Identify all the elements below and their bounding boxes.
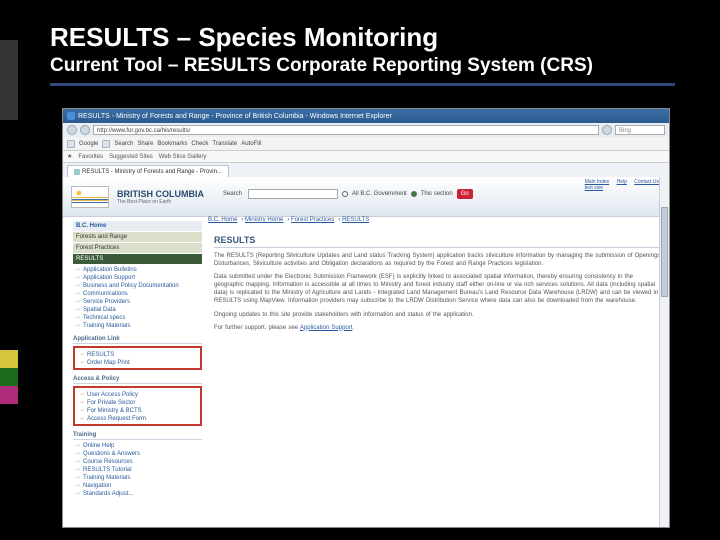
nav-standards[interactable]: Standards Adjust... [75,490,202,498]
nav-service-providers[interactable]: Service Providers [75,298,202,306]
title-underline [50,83,675,86]
nav-navigation[interactable]: Navigation [75,482,202,490]
breadcrumb: B.C. Home› Ministry Home› Forest Practic… [208,217,373,223]
address-bar: http://www.for.gov.bc.ca/his/results/ Bi… [63,123,669,137]
nav-online-help[interactable]: Online Help [75,442,202,450]
toolbar-autofill-label[interactable]: AutoFill [241,141,261,147]
paragraph-intro: The RESULTS (Reporting Silviculture Upda… [214,252,663,268]
radio-this-section[interactable] [411,191,417,197]
nav-access-request-form[interactable]: Access Request Form [79,415,198,423]
paragraph-updates: Ongoing updates to this site provide sta… [214,311,663,319]
scrollbar-thumb[interactable] [661,207,668,297]
toolbar-search-label[interactable]: Search [114,141,133,147]
paragraph-support: For further support, please see Applicat… [214,324,663,332]
crumb-ministry[interactable]: Ministry Home [245,217,283,223]
toolbar-search-icon[interactable] [102,140,110,148]
support-suffix: . [352,325,354,331]
slide-title: RESULTS – Species Monitoring [50,22,675,53]
google-label: Google [79,141,98,147]
toolbar-check-label[interactable]: Check [191,141,208,147]
nav-forests-range[interactable]: Forests and Range [73,232,202,242]
section-access-policy: Access & Policy [73,376,202,384]
main-content-area: RESULTS The RESULTS (Reporting Silvicult… [208,231,669,527]
google-icon[interactable] [67,140,75,148]
browser-tab[interactable]: RESULTS - Ministry of Forests and Range … [67,165,229,177]
nav-forward-button[interactable] [80,125,90,135]
nav-results-current[interactable]: RESULTS [73,254,202,264]
section-training: Training [73,432,202,440]
slide-subtitle: Current Tool – RESULTS Corporate Reporti… [50,55,675,77]
nav-communications[interactable]: Communications [75,290,202,298]
window-titlebar: RESULTS - Ministry of Forests and Range … [63,109,669,123]
site-search-input[interactable] [248,189,338,199]
bc-title: BRITISH COLUMBIA [117,189,204,199]
nav-home[interactable]: B.C. Home [73,221,202,231]
access-policy-highlight-box: User Access Policy For Private Sector Fo… [73,386,202,426]
favorites-bar: ★ Favorites Suggested Sites Web Slice Ga… [63,151,669,163]
nav-course-resources[interactable]: Course Resources [75,458,202,466]
nav-app-support[interactable]: Application Support [75,274,202,282]
browser-window: RESULTS - Ministry of Forests and Range … [62,108,670,528]
url-field[interactable]: http://www.for.gov.bc.ca/his/results/ [93,125,599,135]
application-support-link[interactable]: Application Support [300,325,353,331]
nav-results-tutorial[interactable]: RESULTS Tutorial [75,466,202,474]
radio-all-bc[interactable] [342,191,348,197]
nav-order-map-print[interactable]: Order Map Print [79,359,198,367]
site-search-row: Search All B.C. Government This section … [223,189,659,199]
nav-training-materials[interactable]: Training Materials [75,322,202,330]
bc-flag-icon [71,186,109,208]
tab-title: RESULTS - Ministry of Forests and Range … [82,169,222,175]
radio-all-bc-label: All B.C. Government [352,191,407,197]
search-go-button[interactable]: Go [457,189,473,199]
toolbar-bookmarks-label[interactable]: Bookmarks [157,141,187,147]
paragraph-esf: Data submitted under the Electronic Subm… [214,273,663,305]
google-toolbar: Google Search Share Bookmarks Check Tran… [63,137,669,151]
top-link-help[interactable]: Help [617,179,627,185]
favorites-star-icon[interactable]: ★ [67,153,72,160]
nav-back-button[interactable] [67,125,77,135]
crumb-results[interactable]: RESULTS [342,217,369,223]
ie-icon [67,112,75,120]
radio-this-section-label: This section [421,191,453,197]
accent-color-bars [0,40,18,540]
tab-favicon-icon [74,169,80,175]
crumb-practices[interactable]: Forest Practices [291,217,334,223]
nav-private-sector[interactable]: For Private Sector [79,399,198,407]
search-engine-field[interactable]: Bing [615,125,665,135]
nav-forest-practices[interactable]: Forest Practices [73,243,202,253]
nav-business-policy[interactable]: Business and Policy Documentation [75,282,202,290]
vertical-scrollbar[interactable] [659,177,669,527]
nav-results-app-link[interactable]: RESULTS [79,351,198,359]
bc-banner: BRITISH COLUMBIA The Best Place on Earth… [63,177,669,217]
suggested-sites-link[interactable]: Suggested Sites [109,154,153,160]
nav-technical-specs[interactable]: Technical specs [75,314,202,322]
page-heading: RESULTS [214,235,663,248]
support-prefix: For further support, please see [214,325,300,331]
toolbar-translate-label[interactable]: Translate [212,141,237,147]
bc-tagline: The Best Place on Earth [117,199,204,205]
window-title-text: RESULTS - Ministry of Forests and Range … [78,113,392,120]
refresh-button[interactable] [602,125,612,135]
left-navigation: B.C. Home Forests and Range Forest Pract… [63,217,208,527]
nav-spatial-data[interactable]: Spatial Data [75,306,202,314]
application-link-highlight-box: RESULTS Order Map Print [73,346,202,370]
toolbar-share-label[interactable]: Share [137,141,153,147]
nav-ministry-bcts[interactable]: For Ministry & BCTS [79,407,198,415]
page-content: BRITISH COLUMBIA The Best Place on Earth… [63,177,669,527]
favorites-label[interactable]: Favorites [78,154,103,160]
nav-user-access-policy[interactable]: User Access Policy [79,391,198,399]
search-label: Search [223,191,242,197]
nav-training-materials2[interactable]: Training Materials [75,474,202,482]
nav-app-bulletins[interactable]: Application Bulletins [75,266,202,274]
tab-bar: RESULTS - Ministry of Forests and Range … [63,163,669,177]
nav-qa[interactable]: Questions & Answers [75,450,202,458]
web-slice-link[interactable]: Web Slice Gallery [159,154,207,160]
section-app-link: Application Link [73,336,202,344]
top-link-contact[interactable]: Contact Us [634,179,659,185]
crumb-bc-home[interactable]: B.C. Home [208,217,237,223]
